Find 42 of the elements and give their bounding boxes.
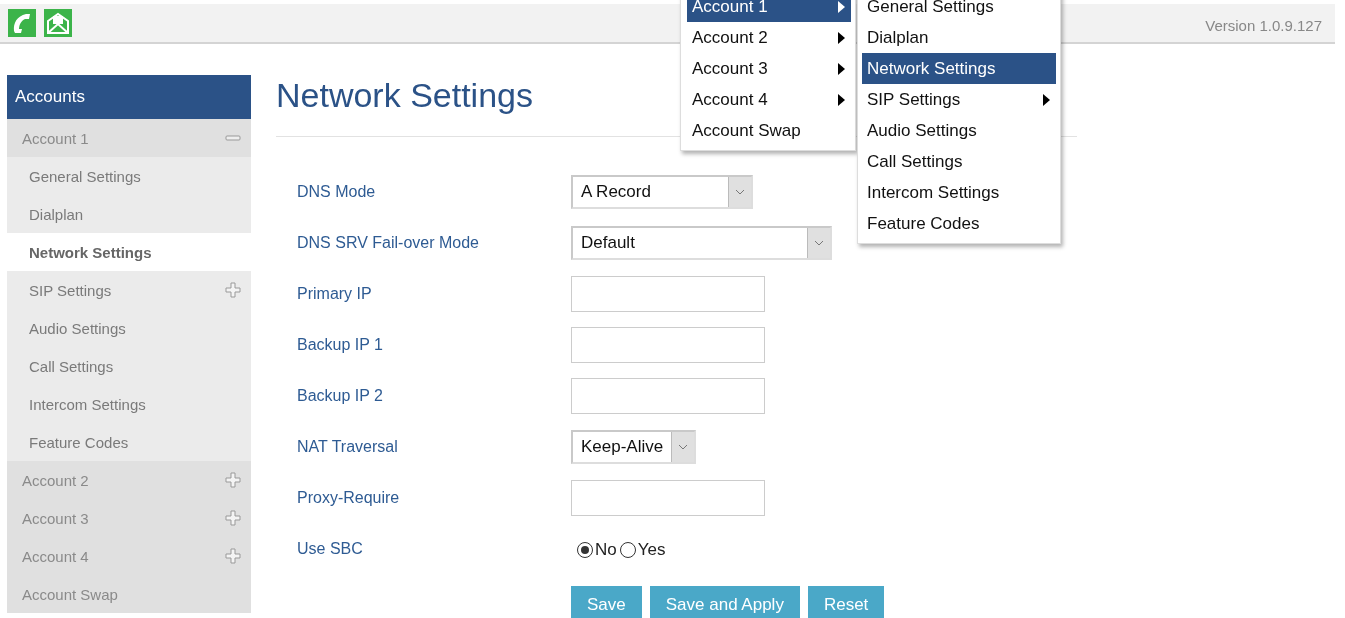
expand-icon[interactable] [225, 472, 241, 488]
field-label: Proxy-Require [297, 488, 401, 507]
menu-item[interactable]: Account 1 [687, 0, 851, 22]
sidebar-item[interactable]: Call Settings [7, 347, 251, 385]
menu-item[interactable]: Intercom Settings [862, 177, 1056, 208]
dropdown-field[interactable]: Keep-Alive [571, 429, 696, 464]
expand-icon[interactable] [225, 548, 241, 564]
menu-item[interactable]: Call Settings [862, 146, 1056, 177]
phone-icon[interactable] [8, 9, 36, 37]
sidebar-title: Accounts [7, 75, 251, 119]
envelope-icon[interactable] [44, 9, 72, 37]
field-label: Use SBC [297, 539, 364, 558]
menu-item[interactable]: Account 4 [687, 84, 851, 115]
sidebar-item[interactable]: Dialplan [7, 195, 251, 233]
sidebar-item[interactable]: General Settings [7, 157, 251, 195]
field-label: DNS Mode [297, 182, 377, 201]
expand-icon[interactable] [225, 510, 241, 526]
expand-icon[interactable] [225, 282, 241, 298]
dropdown-field[interactable]: Default [571, 225, 832, 260]
radio-label: No [595, 539, 617, 560]
field-label: DNS SRV Fail-over Mode [297, 233, 480, 252]
field-label: NAT Traversal [297, 437, 399, 456]
field-label: Backup IP 1 [297, 335, 384, 354]
menu-item[interactable]: General Settings [862, 0, 1056, 22]
sidebar-item[interactable]: Intercom Settings [7, 385, 251, 423]
menu-item[interactable]: Dialplan [862, 22, 1056, 53]
field-label: Backup IP 2 [297, 386, 384, 405]
input-field[interactable] [571, 275, 765, 312]
sidebar-item[interactable]: Feature Codes [7, 423, 251, 461]
input-field[interactable] [571, 377, 765, 414]
version-label: Version 1.0.9.127 [1205, 16, 1322, 34]
field-label: Primary IP [297, 284, 373, 303]
menu-item[interactable]: SIP Settings [862, 84, 1056, 115]
menu-item[interactable]: Account 2 [687, 22, 851, 53]
radio-label: Yes [637, 539, 666, 560]
menu-item[interactable]: Network Settings [862, 53, 1056, 84]
sidebar-item[interactable]: Audio Settings [7, 309, 251, 347]
input-field[interactable] [571, 326, 765, 363]
dropdown-field[interactable]: A Record [571, 174, 753, 209]
input-field[interactable] [571, 479, 765, 516]
menu-item[interactable]: Feature Codes [862, 208, 1056, 239]
sidebar-item[interactable]: SIP Settings [7, 271, 251, 309]
